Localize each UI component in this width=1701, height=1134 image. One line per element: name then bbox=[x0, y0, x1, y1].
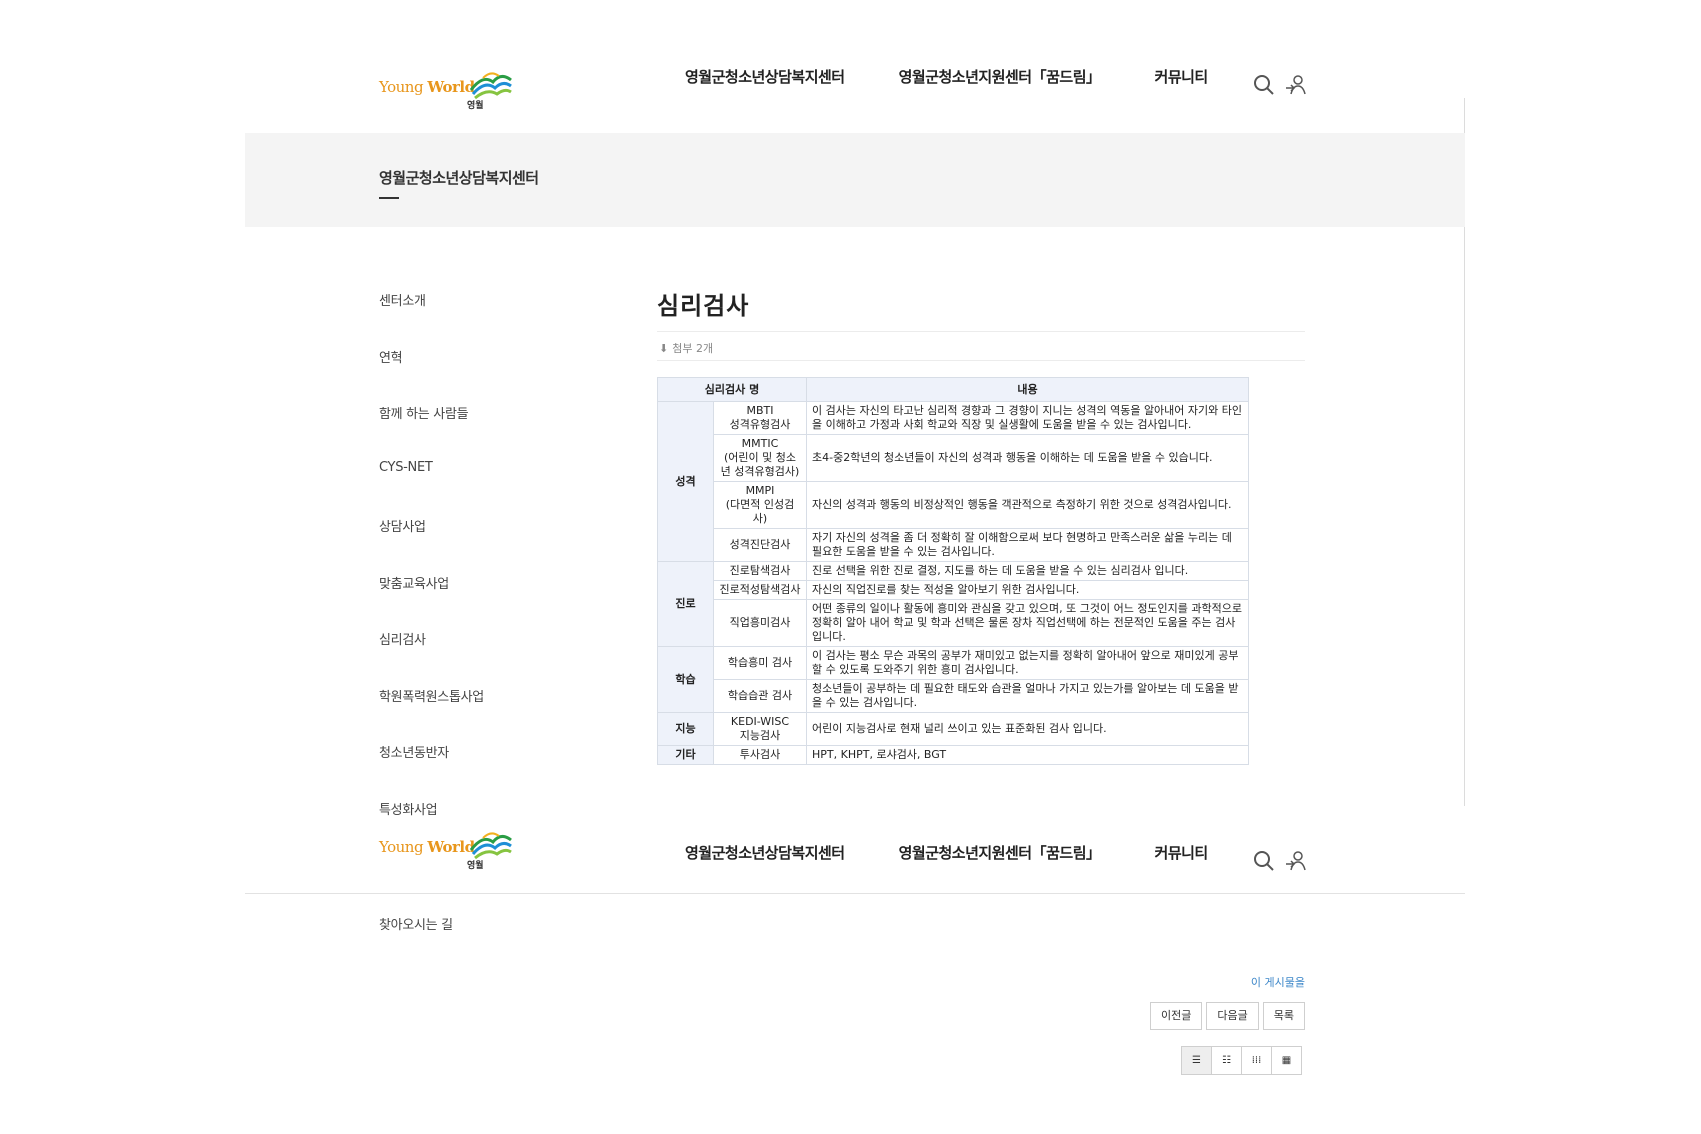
gnb-item-counsel-center[interactable]: 영월군청소년상담복지센터 bbox=[685, 66, 845, 87]
logo-word-world: World bbox=[427, 78, 475, 96]
test-name-cell: MMPI (다면적 인성검사) bbox=[713, 481, 807, 529]
table-row: MMPI (다면적 인성검사) 자신의 성격과 행동의 비정상적인 행동을 객관적… bbox=[658, 481, 1249, 529]
logo-word-world: World bbox=[427, 838, 475, 856]
view-mode-buttons: ☰ ☷ ⁞⁞⁞ ▦ bbox=[1181, 1046, 1302, 1075]
test-name-cell: 학습습관 검사 bbox=[713, 679, 807, 713]
side-menu-item-cysnet[interactable]: CYS-NET bbox=[379, 460, 484, 517]
side-menu-item-people[interactable]: 함께 하는 사람들 bbox=[379, 403, 484, 460]
header-icons bbox=[1253, 74, 1307, 96]
logo-mountain-icon bbox=[469, 72, 512, 100]
test-desc-cell: 초4-중2학년의 청소년들이 자신의 성격과 행동을 이해하는 데 도움을 받을… bbox=[806, 434, 1249, 482]
test-name-cell: 성격진단검사 bbox=[713, 528, 807, 562]
logo-mountain-icon bbox=[469, 832, 512, 860]
side-menu-item-companion[interactable]: 청소년동반자 bbox=[379, 742, 484, 799]
test-name-cell: 학습흥미 검사 bbox=[713, 646, 807, 680]
table-row: MMTIC (어린이 및 청소년 성격유형검사) 초4-중2학년의 청소년들이 자… bbox=[658, 434, 1249, 482]
post-actions: 이 게시물을 bbox=[1150, 974, 1305, 990]
category-cell: 기타 bbox=[657, 745, 714, 765]
gnb-item-counsel-center[interactable]: 영월군청소년상담복지센터 bbox=[685, 842, 845, 863]
login-icon[interactable] bbox=[1285, 74, 1307, 96]
test-name-cell: MMTIC (어린이 및 청소년 성격유형검사) bbox=[713, 434, 807, 482]
test-desc-cell: 어린이 지능검사로 현재 널리 쓰이고 있는 표준화된 검사 입니다. bbox=[806, 712, 1249, 746]
gnb-item-community[interactable]: 커뮤니티 bbox=[1155, 66, 1209, 87]
table-header-desc: 내용 bbox=[806, 377, 1249, 402]
table-header-row: 심리검사 명 내용 bbox=[657, 377, 1249, 402]
category-cell: 학습 bbox=[657, 646, 714, 713]
test-desc-cell: 자신의 성격과 행동의 비정상적인 행동을 객관적으로 측정하기 위한 것으로 … bbox=[806, 481, 1249, 529]
side-menu-item-psych-test[interactable]: 심리검사 bbox=[379, 629, 484, 686]
test-desc-cell: 자기 자신의 성격을 좀 더 정확히 잘 이해함으로써 보다 현명하고 만족스러… bbox=[806, 528, 1249, 562]
post-meta: ⬇ 첨부 2개 bbox=[657, 331, 1305, 361]
logo-word-young: Young bbox=[379, 838, 424, 856]
logo-sub-text: 영월 bbox=[467, 861, 484, 871]
list-view-icon[interactable]: ☰ bbox=[1181, 1046, 1212, 1075]
side-menu-item-history[interactable]: 연혁 bbox=[379, 347, 484, 404]
test-name-cell: MBTI 성격유형검사 bbox=[713, 401, 807, 435]
test-desc-cell: 청소년들이 공부하는 데 필요한 태도와 습관을 얼마나 가지고 있는가를 알아… bbox=[806, 679, 1249, 713]
prev-post-button[interactable]: 이전글 bbox=[1150, 1002, 1203, 1030]
header-icons-sticky bbox=[1253, 850, 1307, 872]
post-nav-buttons: 이전글 다음글 목록 bbox=[1150, 1002, 1305, 1030]
site-logo-sticky[interactable]: Young World 영월 bbox=[379, 828, 519, 872]
category-cell: 성격 bbox=[657, 401, 714, 562]
category-cell: 진로 bbox=[657, 561, 714, 647]
table-body: 성격 MBTI 성격유형검사 이 검사는 자신의 타고난 심리적 경향과 그 경향이… bbox=[657, 401, 1249, 765]
gnb-item-dream-center[interactable]: 영월군청소년지원센터「꿈드림」 bbox=[899, 842, 1101, 863]
grid-view-icon[interactable]: ▦ bbox=[1271, 1046, 1302, 1075]
test-name-cell: 진로적성탐색검사 bbox=[713, 580, 807, 600]
test-name-cell: KEDI-WISC 지능검사 bbox=[713, 712, 807, 746]
attachment-count[interactable]: 첨부 2개 bbox=[672, 342, 713, 355]
category-cell: 지능 bbox=[657, 712, 714, 746]
table-row: 학습 학습흥미 검사 이 검사는 평소 무슨 과목의 공부가 재미있고 없는지를 정… bbox=[657, 646, 1249, 713]
test-desc-cell: 자신의 직업진로를 찾는 적성을 알아보기 위한 검사입니다. bbox=[806, 580, 1249, 600]
test-name-cell: 진로탐색검사 bbox=[713, 561, 807, 581]
table-row: 지능 KEDI-WISC 지능검사 어린이 지능검사로 현재 널리 쓰이고 있는 표… bbox=[657, 712, 1249, 746]
gnb-item-dream-center[interactable]: 영월군청소년지원센터「꿈드림」 bbox=[899, 66, 1101, 87]
side-menu-item-education[interactable]: 맞춤교육사업 bbox=[379, 573, 484, 630]
test-desc-cell: 진로 선택을 위한 진로 결정, 지도를 하는 데 도움을 받을 수 있는 심리… bbox=[806, 561, 1249, 581]
test-desc-cell: 이 검사는 평소 무슨 과목의 공부가 재미있고 없는지를 정확히 알아내어 앞… bbox=[806, 646, 1249, 680]
table-row: 기타 투사검사 HPT, KHPT, 로샤검사, BGT bbox=[657, 745, 1249, 765]
table-header-name: 심리검사 명 bbox=[657, 377, 807, 402]
logo-sub-text: 영월 bbox=[467, 101, 484, 111]
post-content: 심리검사 ⬇ 첨부 2개 bbox=[657, 286, 1305, 361]
main-navigation: 영월군청소년상담복지센터 영월군청소년지원센터「꿈드림」 커뮤니티 bbox=[685, 66, 1262, 87]
download-icon[interactable]: ⬇ bbox=[659, 342, 668, 355]
site-logo[interactable]: Young World 영월 bbox=[379, 68, 519, 112]
gnb-item-community[interactable]: 커뮤니티 bbox=[1155, 842, 1209, 863]
table-row: 성격진단검사 자기 자신의 성격을 좀 더 정확히 잘 이해함으로써 보다 현명하… bbox=[658, 528, 1249, 562]
side-menu-item-counseling[interactable]: 상담사업 bbox=[379, 516, 484, 573]
next-post-button[interactable]: 다음글 bbox=[1206, 1002, 1259, 1030]
sub-visual-band: 영월군청소년상담복지센터 bbox=[245, 133, 1465, 227]
test-desc-cell: 이 검사는 자신의 타고난 심리적 경향과 그 경향이 지니는 성격의 역동을 … bbox=[806, 401, 1249, 435]
psych-test-table: 심리검사 명 내용 성격 MBTI 성격유형검사 이 검사는 자신의 타고난 심리적… bbox=[657, 377, 1249, 765]
webzine-view-icon[interactable]: ☷ bbox=[1211, 1046, 1242, 1075]
test-desc-cell: 어떤 종류의 일이나 활동에 흥미와 관심을 갖고 있으며, 또 그것이 어느 … bbox=[806, 599, 1249, 647]
search-icon[interactable] bbox=[1253, 74, 1275, 96]
main-navigation-sticky: 영월군청소년상담복지센터 영월군청소년지원센터「꿈드림」 커뮤니티 bbox=[685, 842, 1262, 863]
test-name-cell: 투사검사 bbox=[713, 745, 807, 765]
login-icon[interactable] bbox=[1285, 850, 1307, 872]
post-title: 심리검사 bbox=[657, 292, 750, 320]
side-menu-item-intro[interactable]: 센터소개 bbox=[379, 290, 484, 347]
test-name-cell: 직업흥미검사 bbox=[713, 599, 807, 647]
side-menu: 센터소개 연혁 함께 하는 사람들 CYS-NET 상담사업 맞춤교육사업 심리… bbox=[379, 290, 484, 933]
test-desc-cell: HPT, KHPT, 로샤검사, BGT bbox=[806, 745, 1249, 765]
section-title: 영월군청소년상담복지센터 bbox=[379, 169, 539, 187]
column-view-icon[interactable]: ⁞⁞⁞ bbox=[1241, 1046, 1272, 1075]
side-menu-item-directions[interactable]: 찾아오시는 길 bbox=[379, 914, 453, 971]
sticky-header: Young World 영월 영월군청소년상담복지센터 영월군청소년지원센터「꿈… bbox=[245, 828, 1465, 894]
side-menu-item-school-violence[interactable]: 학원폭력원스톱사업 bbox=[379, 686, 484, 743]
logo-word-young: Young bbox=[379, 78, 424, 96]
table-row: 진로적성탐색검사 자신의 직업진로를 찾는 적성을 알아보기 위한 검사입니다. bbox=[658, 580, 1249, 600]
site-header: Young World 영월 영월군청소년상담복지센터 영월군청소년지원센터「꿈… bbox=[245, 52, 1465, 142]
list-button[interactable]: 목록 bbox=[1262, 1002, 1305, 1030]
table-row: 성격 MBTI 성격유형검사 이 검사는 자신의 타고난 심리적 경향과 그 경향이… bbox=[657, 401, 1249, 562]
section-title-underline bbox=[379, 197, 399, 199]
table-row: 직업흥미검사 어떤 종류의 일이나 활동에 흥미와 관심을 갖고 있으며, 또 그… bbox=[658, 599, 1249, 647]
share-post-link[interactable]: 이 게시물을 bbox=[1150, 974, 1305, 990]
table-row: 진로 진로탐색검사 진로 선택을 위한 진로 결정, 지도를 하는 데 도움을 받을… bbox=[657, 561, 1249, 647]
search-icon[interactable] bbox=[1253, 850, 1275, 872]
table-row: 학습습관 검사 청소년들이 공부하는 데 필요한 태도와 습관을 얼마나 가지고 … bbox=[658, 679, 1249, 713]
